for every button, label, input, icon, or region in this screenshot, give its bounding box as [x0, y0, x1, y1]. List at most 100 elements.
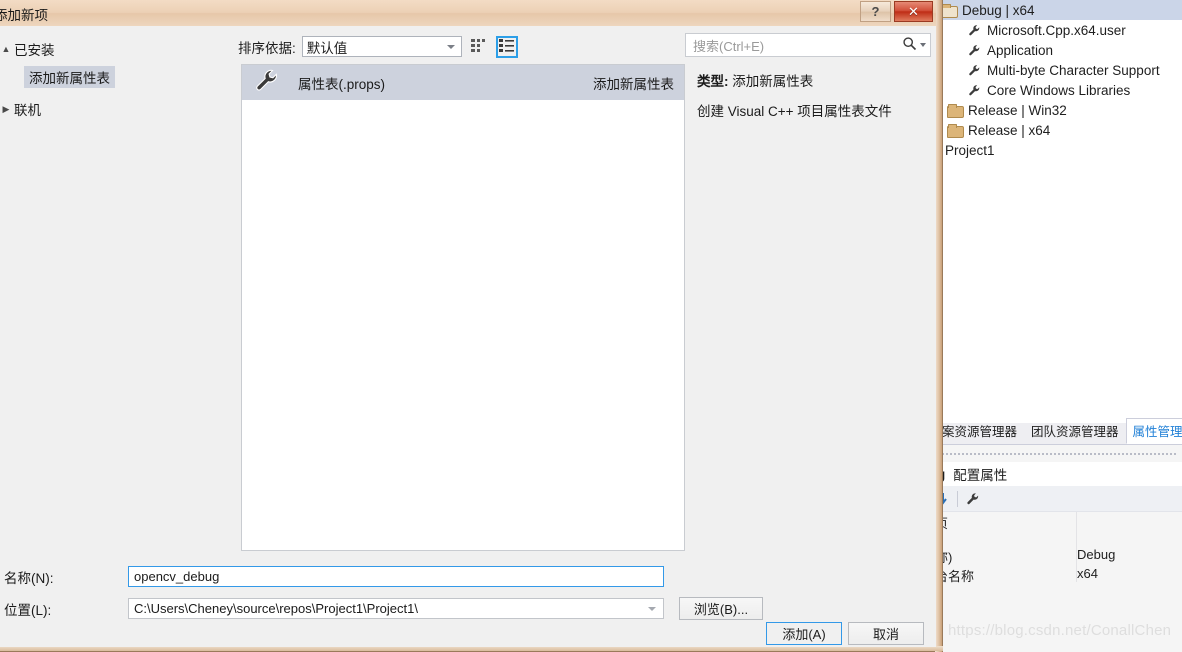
location-label: 位置(L): — [4, 603, 52, 618]
tree-item-label: Application — [987, 42, 1054, 58]
details-type-value: 添加新属性表 — [732, 74, 814, 89]
tree-item-label: Debug | x64 — [962, 2, 1035, 18]
search-placeholder: 搜索(Ctrl+E) — [693, 38, 765, 54]
tab-property-manager[interactable]: 属性管理器 — [1125, 418, 1182, 444]
wrench-icon — [968, 24, 981, 37]
tree-item-application[interactable]: Application — [935, 40, 1182, 60]
folder-icon — [947, 104, 964, 118]
wrench-icon — [968, 84, 981, 97]
property-row[interactable]: 台名称 x64 — [935, 566, 1182, 584]
tree-item-label: Core Windows Libraries — [987, 82, 1131, 98]
location-input-value: C:\Users\Cheney\source\repos\Project1\Pr… — [134, 601, 418, 616]
wrench-icon[interactable] — [966, 492, 979, 505]
add-new-item-dialog: 添加新项 ? ✕ ▲ 已安装 添加新属性表 ▶ 联机 排序依据: 默认值 属性表… — [0, 0, 943, 652]
sort-toolbar: 排序依据: 默认值 — [238, 33, 685, 60]
tree-item-add-new-property-sheet-wrap: 添加新属性表 — [0, 66, 238, 88]
watermark: https://blog.csdn.net/ConallChen — [948, 622, 1172, 639]
property-value: x64 — [1077, 566, 1098, 581]
tree-item-online[interactable]: ▶ 联机 — [0, 98, 238, 120]
chevron-down-icon — [446, 44, 455, 49]
dialog-title: 添加新项 — [0, 8, 48, 23]
tree-item-add-new-property-sheet[interactable]: 添加新属性表 — [24, 66, 115, 88]
view-small-icons-button[interactable] — [468, 36, 490, 58]
tree-item-label: 联机 — [14, 103, 41, 118]
property-manager-tree[interactable]: Debug | x64 Microsoft.Cpp.x64.user Appli… — [935, 0, 1182, 423]
tree-item-label: Microsoft.Cpp.x64.user — [987, 22, 1126, 38]
wrench-icon — [254, 69, 280, 96]
small-icons-view-icon — [471, 38, 486, 55]
chevron-down-icon[interactable] — [920, 43, 926, 47]
details-pane: 搜索(Ctrl+E) 类型: 添加新属性表 创建 Visual C++ 项目属性… — [685, 26, 936, 559]
tree-item-label: Release | Win32 — [968, 102, 1067, 118]
tree-item-release-x64[interactable]: Release | x64 — [935, 120, 1182, 140]
dialog-right-frame — [935, 0, 942, 652]
tree-item-label: 已安装 — [14, 43, 55, 58]
sort-by-select[interactable]: 默认值 — [301, 36, 462, 57]
list-item-source: 添加新属性表 — [593, 76, 674, 92]
ide-properties-toolbar — [935, 486, 1182, 512]
list-view-icon — [499, 38, 515, 55]
list-item-name: 属性表(.props) — [298, 76, 386, 92]
chevron-down-icon[interactable] — [648, 606, 656, 611]
tree-item-label: Project1 — [945, 142, 995, 158]
help-button[interactable]: ? — [860, 1, 891, 22]
list-item[interactable]: 属性表(.props) 添加新属性表 — [242, 65, 684, 100]
sort-by-label: 排序依据: — [238, 40, 296, 56]
details-description: 创建 Visual C++ 项目属性表文件 — [697, 104, 892, 119]
location-input[interactable]: C:\Users\Cheney\source\repos\Project1\Pr… — [128, 598, 664, 619]
dialog-body: ▲ 已安装 添加新属性表 ▶ 联机 排序依据: 默认值 属性表(.props) … — [0, 26, 936, 559]
template-list[interactable]: 属性表(.props) 添加新属性表 — [241, 64, 685, 551]
help-icon: ? — [871, 4, 880, 19]
property-row[interactable]: 称) Debug — [935, 547, 1182, 565]
close-icon: ✕ — [908, 3, 919, 19]
search-tools — [902, 36, 926, 54]
ide-drag-handle[interactable] — [935, 448, 1182, 460]
tab-solution-explorer[interactable]: 案资源管理器 — [935, 418, 1024, 444]
details-type-line: 类型: 添加新属性表 — [697, 70, 921, 90]
sort-by-value: 默认值 — [306, 40, 348, 56]
toolbar-divider — [957, 490, 958, 507]
details-box: 类型: 添加新属性表 创建 Visual C++ 项目属性表文件 — [685, 58, 931, 551]
folder-icon — [947, 124, 964, 138]
category-tree-pane: ▲ 已安装 添加新属性表 ▶ 联机 — [0, 26, 238, 559]
tree-item-multi-byte-character-support[interactable]: Multi-byte Character Support — [935, 60, 1182, 80]
property-row[interactable]: 页 — [935, 513, 1182, 531]
ide-config-header: g 配置属性 — [935, 462, 1182, 486]
wrench-icon — [968, 64, 981, 77]
dialog-footer: 名称(N): opencv_debug 位置(L): C:\Users\Chen… — [0, 559, 936, 647]
cancel-button-label: 取消 — [872, 627, 899, 642]
tree-item-installed[interactable]: ▲ 已安装 — [0, 38, 238, 60]
tree-item-debug-x64[interactable]: Debug | x64 — [935, 0, 1182, 20]
name-input-value: opencv_debug — [134, 569, 220, 584]
property-value: Debug — [1077, 547, 1116, 562]
chevron-right-icon: ▶ — [2, 103, 10, 114]
close-button[interactable]: ✕ — [894, 1, 933, 22]
name-input[interactable]: opencv_debug — [128, 566, 664, 587]
search-icon[interactable] — [902, 36, 917, 54]
name-label: 名称(N): — [4, 571, 54, 586]
search-input[interactable]: 搜索(Ctrl+E) — [685, 33, 931, 57]
wrench-icon — [968, 44, 981, 57]
tree-item-core-windows-libraries[interactable]: Core Windows Libraries — [935, 80, 1182, 100]
ide-tab-bar: 案资源管理器 团队资源管理器 属性管理器 — [935, 418, 1182, 445]
tree-item-microsoft-cpp-x64-user[interactable]: Microsoft.Cpp.x64.user — [935, 20, 1182, 40]
tree-item-label: Multi-byte Character Support — [987, 62, 1160, 78]
templates-pane: 排序依据: 默认值 属性表(.props) 添加新属性表 — [238, 26, 685, 559]
tree-item-label: Release | x64 — [968, 122, 1051, 138]
tree-item-release-win32[interactable]: Release | Win32 — [935, 100, 1182, 120]
browse-button[interactable]: 浏览(B)... — [679, 597, 763, 620]
dialog-title-bar[interactable]: 添加新项 ? ✕ — [0, 0, 936, 26]
view-list-button[interactable] — [495, 35, 518, 58]
details-type-label: 类型: — [697, 74, 729, 89]
cancel-button[interactable]: 取消 — [848, 622, 924, 645]
tab-team-explorer[interactable]: 团队资源管理器 — [1024, 418, 1126, 444]
name-field-row: 名称(N): — [4, 567, 54, 587]
location-field-row: 位置(L): — [4, 599, 51, 619]
tree-item-project1[interactable]: Project1 — [935, 140, 1182, 160]
browse-button-label: 浏览(B)... — [693, 602, 749, 617]
config-header-text: 配置属性 — [953, 468, 1008, 483]
add-button[interactable]: 添加(A) — [766, 622, 842, 645]
chevron-down-icon: ▲ — [1, 44, 11, 54]
screen-root: Debug | x64 Microsoft.Cpp.x64.user Appli… — [0, 0, 1182, 652]
add-button-label: 添加(A) — [782, 627, 826, 642]
